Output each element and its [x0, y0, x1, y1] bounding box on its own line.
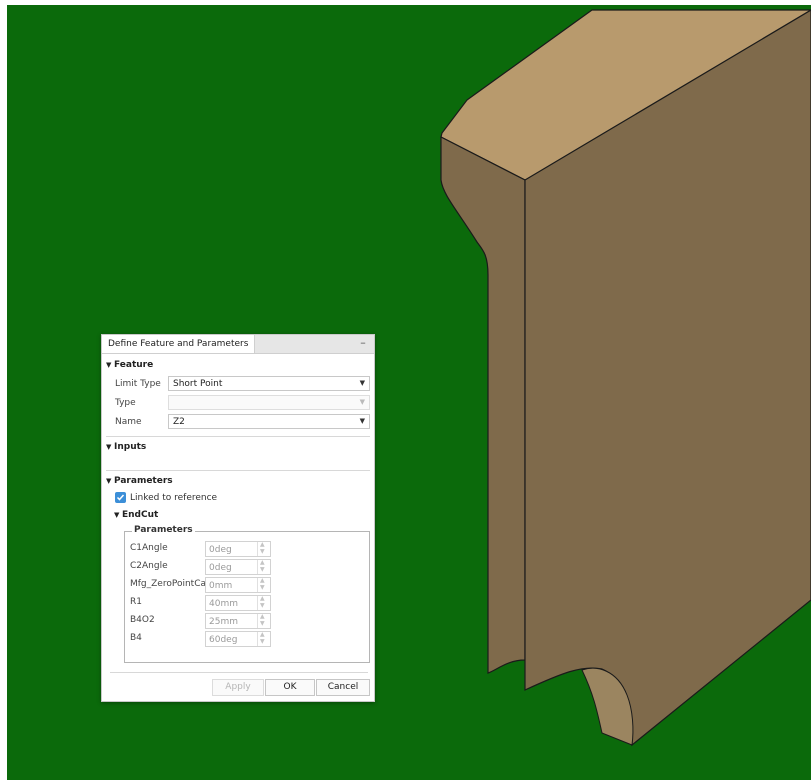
chevron-down-icon: ▼	[359, 398, 365, 406]
param-value: 0deg	[209, 545, 232, 555]
chevron-down-icon: ▼	[359, 417, 365, 425]
param-value: 25mm	[209, 617, 238, 627]
inputs-section-header[interactable]: ▼ Inputs	[106, 442, 146, 452]
param-label: C2Angle	[130, 561, 168, 571]
param-label: C1Angle	[130, 543, 168, 553]
limit-type-label: Limit Type	[115, 379, 161, 389]
part-left-face	[440, 136, 526, 674]
name-label: Name	[115, 417, 142, 427]
param-label: B4O2	[130, 615, 155, 625]
dialog-title-tab[interactable]: Define Feature and Parameters	[102, 335, 256, 353]
param-label: R1	[130, 597, 142, 607]
type-label: Type	[115, 398, 136, 408]
param-value: 40mm	[209, 599, 238, 609]
apply-button[interactable]: Apply	[212, 679, 264, 696]
param-spinbox[interactable]: 0mm ▲ ▼	[205, 577, 271, 593]
limit-type-select[interactable]: Short Point ▼	[168, 376, 370, 391]
divider	[106, 436, 370, 437]
type-select[interactable]: ▼	[168, 395, 370, 410]
caret-down-icon: ▼	[114, 511, 120, 519]
spin-buttons[interactable]: ▲ ▼	[257, 596, 270, 610]
param-label: B4	[130, 633, 142, 643]
divider	[106, 470, 370, 471]
name-select[interactable]: Z2 ▼	[168, 414, 370, 429]
spin-down-icon[interactable]: ▼	[260, 603, 265, 609]
spin-down-icon[interactable]: ▼	[260, 639, 265, 645]
spin-buttons[interactable]: ▲ ▼	[257, 614, 270, 628]
spin-down-icon[interactable]: ▼	[260, 585, 265, 591]
param-spinbox[interactable]: 40mm ▲ ▼	[205, 595, 271, 611]
checkmark-icon	[116, 494, 125, 501]
cancel-button[interactable]: Cancel	[316, 679, 370, 696]
minimize-icon[interactable]: –	[358, 337, 368, 349]
param-value: 60deg	[209, 635, 238, 645]
caret-down-icon: ▼	[106, 477, 112, 485]
spin-down-icon[interactable]: ▼	[260, 567, 265, 573]
chevron-down-icon: ▼	[359, 379, 365, 387]
spin-buttons[interactable]: ▲ ▼	[257, 632, 270, 646]
param-value: 0deg	[209, 563, 232, 573]
spin-down-icon[interactable]: ▼	[260, 621, 265, 627]
spin-buttons[interactable]: ▲ ▼	[257, 542, 270, 556]
param-spinbox[interactable]: 60deg ▲ ▼	[205, 631, 271, 647]
ok-button[interactable]: OK	[265, 679, 315, 696]
param-label: Mfg_ZeroPointCalc	[130, 579, 214, 589]
dialog-titlebar: Define Feature and Parameters –	[102, 335, 374, 354]
spin-buttons[interactable]: ▲ ▼	[257, 560, 270, 574]
caret-down-icon: ▼	[106, 443, 112, 451]
spin-down-icon[interactable]: ▼	[260, 549, 265, 555]
spin-buttons[interactable]: ▲ ▼	[257, 578, 270, 592]
feature-section-header[interactable]: ▼ Feature	[106, 360, 153, 370]
endcut-section-header[interactable]: ▼ EndCut	[114, 510, 158, 520]
caret-down-icon: ▼	[106, 361, 112, 369]
linked-to-reference-label[interactable]: Linked to reference	[130, 493, 217, 503]
param-value: 0mm	[209, 581, 233, 591]
define-feature-dialog: Define Feature and Parameters – ▼ Feature…	[101, 334, 375, 702]
footer-divider	[110, 672, 368, 673]
parameters-group-title: Parameters	[132, 525, 195, 535]
param-spinbox[interactable]: 25mm ▲ ▼	[205, 613, 271, 629]
parameters-section-header[interactable]: ▼ Parameters	[106, 476, 173, 486]
linked-to-reference-checkbox[interactable]	[115, 492, 126, 503]
param-spinbox[interactable]: 0deg ▲ ▼	[205, 541, 271, 557]
param-spinbox[interactable]: 0deg ▲ ▼	[205, 559, 271, 575]
